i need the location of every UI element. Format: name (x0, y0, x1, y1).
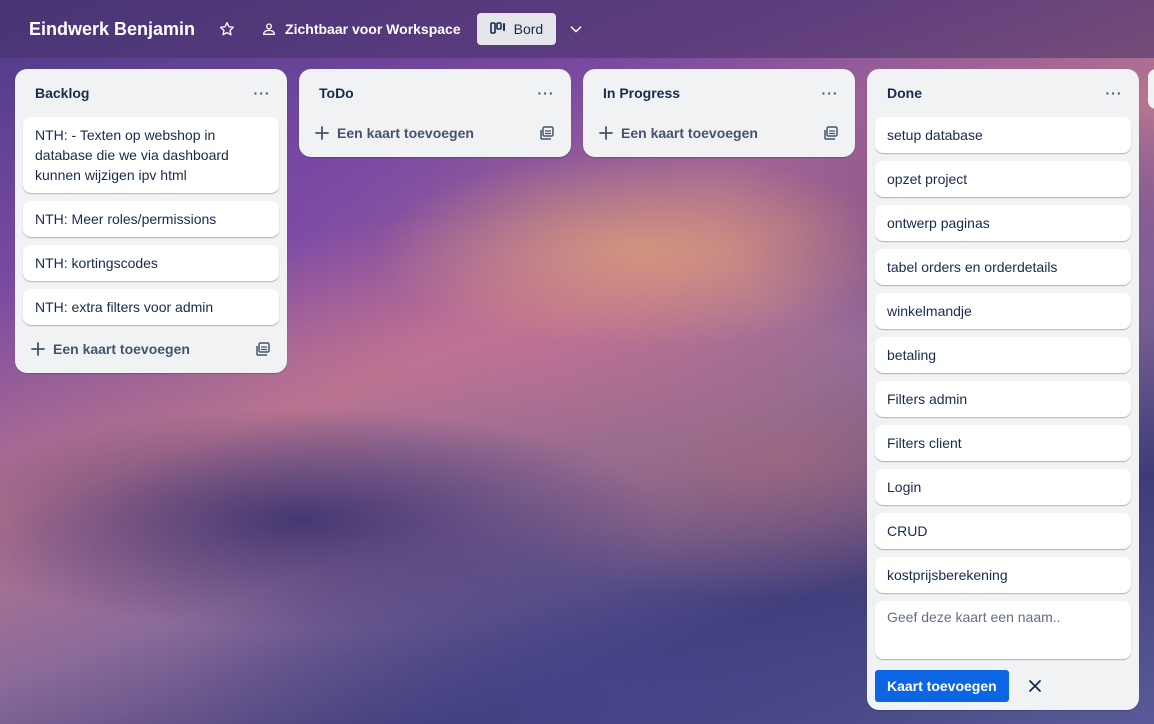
list-header: Backlog ··· (15, 69, 287, 117)
card[interactable]: NTH: extra filters voor admin (23, 289, 279, 325)
list-footer: Een kaart toevoegen (583, 113, 855, 153)
card[interactable]: CRUD (875, 513, 1131, 549)
card[interactable]: Filters admin (875, 381, 1131, 417)
new-card-title-input[interactable] (875, 601, 1131, 659)
add-card-label: Een kaart toevoegen (53, 341, 190, 357)
plus-icon (599, 126, 613, 140)
card-list: setup database opzet project ontwerp pag… (867, 117, 1139, 664)
card[interactable]: ontwerp paginas (875, 205, 1131, 241)
list-title[interactable]: Done (887, 85, 922, 101)
cancel-composer-button[interactable] (1019, 670, 1051, 702)
add-card-button[interactable]: Een kaart toevoegen (599, 125, 758, 141)
card[interactable]: NTH: Meer roles/permissions (23, 201, 279, 237)
card[interactable]: betaling (875, 337, 1131, 373)
visibility-button[interactable]: Zichtbaar voor Workspace (255, 13, 467, 45)
list-title[interactable]: Backlog (35, 85, 89, 101)
chevron-down-icon (570, 26, 582, 33)
list-header: ToDo ··· (299, 69, 571, 117)
create-from-template-button[interactable] (535, 121, 559, 145)
list-menu-button[interactable]: ··· (817, 80, 843, 106)
list-footer: Een kaart toevoegen (15, 329, 287, 369)
close-icon (1028, 680, 1041, 692)
add-card-button[interactable]: Een kaart toevoegen (315, 125, 474, 141)
view-label: Bord (513, 21, 544, 37)
list-header: In Progress ··· (583, 69, 855, 117)
card[interactable]: NTH: - Texten op webshop in database die… (23, 117, 279, 193)
create-from-template-button[interactable] (251, 337, 275, 361)
more-icon: ··· (821, 85, 839, 101)
board-icon (489, 22, 505, 34)
card[interactable]: Filters client (875, 425, 1131, 461)
add-card-submit-button[interactable]: Kaart toevoegen (875, 670, 1009, 702)
board-header: Eindwerk Benjamin Zichtbaar voor Workspa… (0, 0, 1154, 58)
list-backlog: Backlog ··· NTH: - Texten op webshop in … (15, 69, 287, 373)
list-done: Done ··· setup database opzet project on… (867, 69, 1139, 710)
star-button[interactable] (215, 17, 239, 41)
card-composer-actions: Kaart toevoegen (867, 670, 1139, 710)
star-icon (220, 22, 235, 36)
list-menu-button[interactable]: ··· (249, 80, 275, 106)
plus-icon (315, 126, 329, 140)
card[interactable]: setup database (875, 117, 1131, 153)
card[interactable]: kostprijsberekening (875, 557, 1131, 593)
list-title[interactable]: In Progress (603, 85, 680, 101)
people-icon (263, 23, 276, 35)
more-icon: ··· (253, 85, 271, 101)
plus-icon (31, 342, 45, 356)
view-switcher-button[interactable] (562, 13, 590, 45)
card[interactable]: NTH: kortingscodes (23, 245, 279, 281)
board-title[interactable]: Eindwerk Benjamin (29, 15, 195, 44)
list-in-progress: In Progress ··· Een kaart toevoegen (583, 69, 855, 157)
list-title[interactable]: ToDo (319, 85, 354, 101)
create-from-template-button[interactable] (819, 121, 843, 145)
list-menu-button[interactable]: ··· (1101, 80, 1127, 106)
add-card-label: Een kaart toevoegen (337, 125, 474, 141)
card-list: NTH: - Texten op webshop in database die… (15, 117, 287, 325)
list-header: Done ··· (867, 69, 1139, 117)
visibility-label: Zichtbaar voor Workspace (285, 21, 461, 37)
template-icon (540, 126, 554, 140)
add-card-label: Een kaart toevoegen (621, 125, 758, 141)
more-icon: ··· (1105, 85, 1123, 101)
template-icon (824, 126, 838, 140)
card[interactable]: tabel orders en orderdetails (875, 249, 1131, 285)
list-menu-button[interactable]: ··· (533, 80, 559, 106)
template-icon (256, 342, 270, 356)
card[interactable]: Login (875, 469, 1131, 505)
list-footer: Een kaart toevoegen (299, 113, 571, 153)
card[interactable]: winkelmandje (875, 293, 1131, 329)
add-card-button[interactable]: Een kaart toevoegen (31, 341, 190, 357)
board-view-button[interactable]: Bord (476, 13, 557, 45)
card[interactable]: opzet project (875, 161, 1131, 197)
next-list-edge (1148, 69, 1154, 109)
list-todo: ToDo ··· Een kaart toevoegen (299, 69, 571, 157)
more-icon: ··· (537, 85, 555, 101)
